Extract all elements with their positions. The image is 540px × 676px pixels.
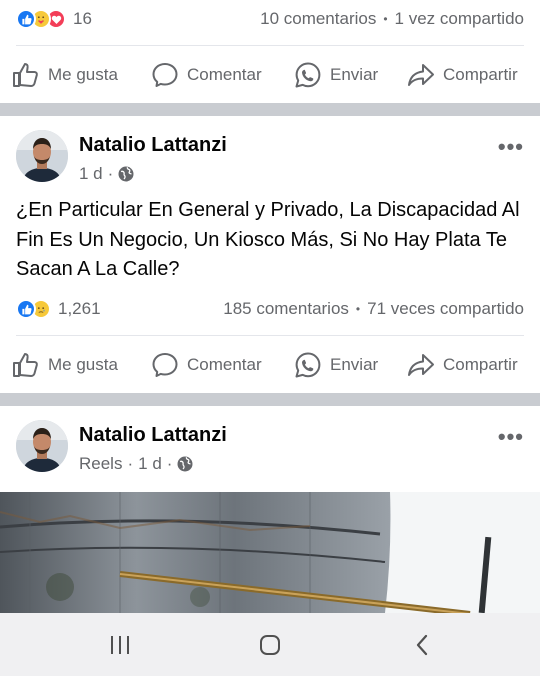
post1-stats-row: 16 10 comentarios • 1 vez compartido — [0, 1, 540, 37]
thumbs-up-icon — [13, 63, 38, 87]
post3-author-name[interactable]: Natalio Lattanzi — [79, 424, 227, 447]
back-icon — [416, 634, 428, 655]
whatsapp-icon — [295, 62, 321, 88]
comment-icon — [152, 63, 178, 87]
globe-icon — [177, 456, 193, 472]
meta-separator: · — [107, 164, 114, 183]
recent-apps-icon — [111, 635, 129, 654]
avatar[interactable] — [16, 420, 68, 472]
post2-reaction-count: 1,261 — [58, 299, 101, 318]
post1-divider — [16, 45, 524, 46]
home-button[interactable] — [250, 613, 290, 676]
stats-dot: • — [383, 12, 388, 26]
thumbs-up-icon — [13, 353, 38, 377]
avatar[interactable] — [16, 130, 68, 182]
post1-share-button[interactable]: Compartir — [407, 47, 518, 103]
globe-icon — [118, 166, 134, 182]
like-label: Me gusta — [48, 355, 118, 374]
post3-header: Natalio Lattanzi Reels · 1 d · ••• — [0, 420, 540, 484]
post1-reactions[interactable]: 16 — [16, 1, 92, 37]
post1-action-bar: Me gusta Comentar Enviar Compartir — [0, 47, 540, 103]
comment-icon — [152, 353, 178, 377]
recent-apps-button[interactable] — [100, 613, 140, 676]
post2-author-name[interactable]: Natalio Lattanzi — [79, 134, 227, 157]
post2-shares-count[interactable]: 71 veces compartido — [367, 299, 524, 319]
like-label: Me gusta — [48, 65, 118, 84]
whatsapp-icon — [295, 352, 321, 378]
meta-separator: · — [166, 454, 173, 473]
send-label: Enviar — [330, 355, 379, 374]
post3-source[interactable]: Reels — [79, 454, 122, 474]
post2-header: Natalio Lattanzi 1 d · ••• — [0, 130, 540, 194]
post1-reaction-count: 16 — [73, 9, 92, 28]
post1-like-button[interactable]: Me gusta — [12, 47, 118, 103]
post2-reactions[interactable]: 1,261 — [16, 291, 101, 327]
post1-comment-button[interactable]: Comentar — [151, 47, 262, 103]
post3-more-options-button[interactable]: ••• — [498, 424, 524, 450]
stats-dot: • — [355, 302, 361, 316]
system-navigation-bar — [0, 613, 540, 676]
share-label: Compartir — [443, 65, 518, 84]
post3-meta: Reels · 1 d · — [79, 454, 193, 474]
post2-stats-row: 1,261 185 comentarios • 71 veces compart… — [0, 291, 540, 327]
post2-like-button[interactable]: Me gusta — [12, 337, 118, 393]
post2-comment-button[interactable]: Comentar — [151, 337, 262, 393]
share-label: Compartir — [443, 355, 518, 374]
post2-action-bar: Me gusta Comentar Enviar Compartir — [0, 337, 540, 393]
like-icon — [16, 9, 36, 29]
post3-reel-thumbnail[interactable] — [0, 492, 540, 613]
feed-separator — [0, 393, 540, 406]
comment-label: Comentar — [187, 355, 262, 374]
post2-timestamp[interactable]: 1 d — [79, 164, 103, 184]
post2-engagement: 185 comentarios • 71 veces compartido — [223, 291, 524, 327]
back-button[interactable] — [402, 613, 442, 676]
like-icon — [16, 299, 36, 319]
post1-engagement: 10 comentarios • 1 vez compartido — [260, 1, 524, 37]
share-icon — [408, 354, 434, 376]
post1-comments-count[interactable]: 10 comentarios — [260, 9, 376, 29]
post2-share-button[interactable]: Compartir — [407, 337, 518, 393]
post2-more-options-button[interactable]: ••• — [498, 134, 524, 160]
post2-divider — [16, 335, 524, 336]
share-icon — [408, 64, 434, 86]
post2-meta: 1 d · — [79, 164, 134, 184]
post2-text: ¿En Particular En General y Privado, La … — [16, 199, 520, 280]
post1-send-button[interactable]: Enviar — [294, 47, 378, 103]
post2-comments-count[interactable]: 185 comentarios — [223, 299, 349, 319]
meta-separator: · — [127, 454, 134, 473]
comment-label: Comentar — [187, 65, 262, 84]
send-label: Enviar — [330, 65, 379, 84]
post3-timestamp[interactable]: 1 d — [138, 454, 162, 474]
home-icon — [260, 634, 280, 655]
post1-shares-count[interactable]: 1 vez compartido — [395, 9, 524, 29]
post2-send-button[interactable]: Enviar — [294, 337, 378, 393]
feed-separator — [0, 103, 540, 116]
